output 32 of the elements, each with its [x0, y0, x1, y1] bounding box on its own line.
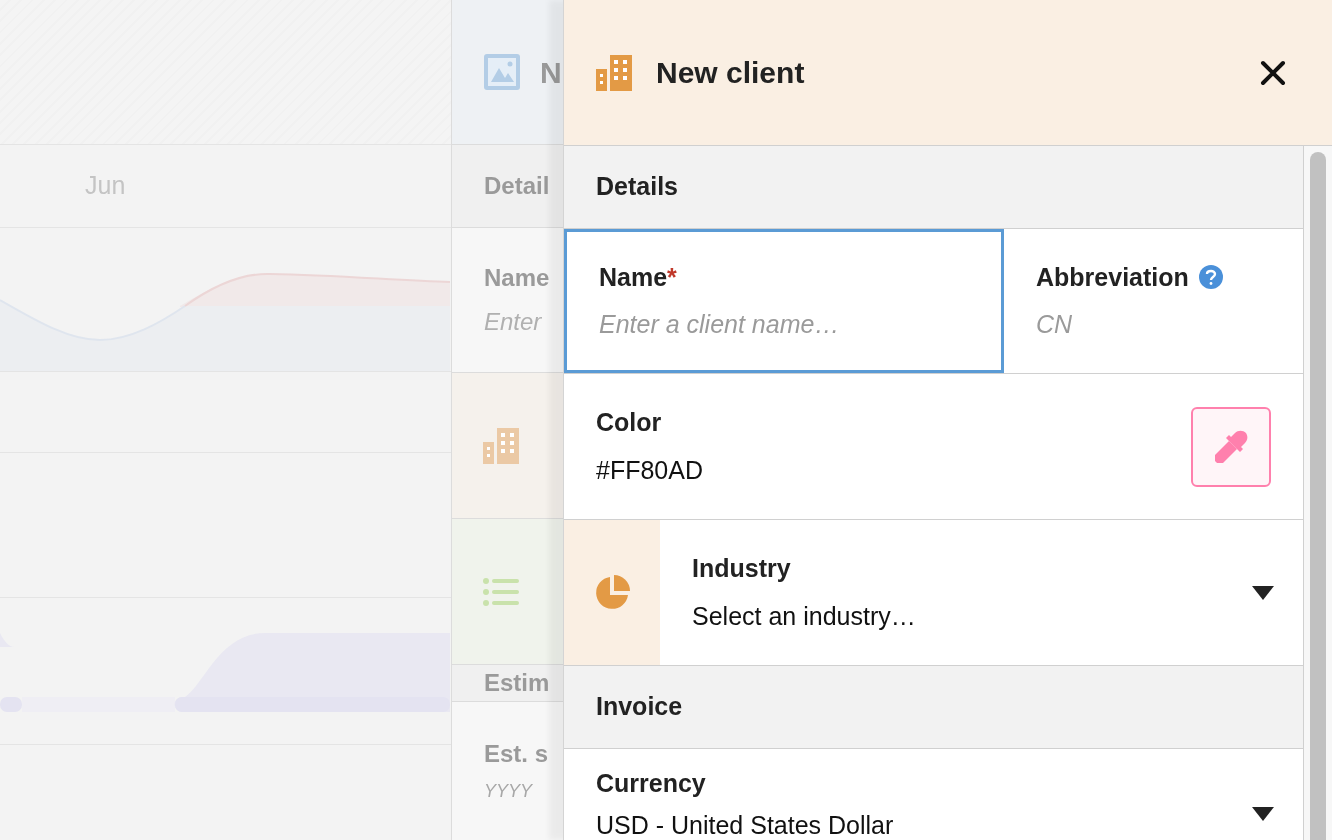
- field-label: Color: [596, 407, 663, 438]
- color-value: #FF80AD: [596, 454, 704, 486]
- field-label: Abbreviation: [1036, 261, 1189, 293]
- list-icon: [483, 577, 519, 606]
- image-icon: [484, 54, 520, 90]
- field-label: Currency: [596, 768, 707, 799]
- scrollbar-thumb[interactable]: [1310, 152, 1326, 840]
- section-heading: Invoice: [596, 691, 683, 723]
- text-input[interactable]: CN: [1036, 306, 1303, 344]
- select-field[interactable]: Currency USD - United States Dollar: [564, 749, 1303, 840]
- text-input[interactable]: Enter a client name…: [599, 306, 1001, 344]
- section-heading: Detail: [484, 171, 550, 201]
- field-label: Name: [484, 263, 551, 293]
- caret-icon: [1252, 585, 1274, 600]
- building-icon: [483, 427, 519, 464]
- select-value: Select an industry…: [692, 600, 917, 632]
- drawer-title: New client: [656, 55, 806, 91]
- caret-icon: [1252, 807, 1274, 821]
- building-icon: [596, 54, 632, 91]
- select-field[interactable]: Industry Select an industry…: [564, 520, 1303, 666]
- field-label: Industry: [692, 553, 792, 584]
- panel-title: N: [540, 54, 562, 91]
- help-icon[interactable]: [1198, 265, 1223, 290]
- pie-chart-icon: [594, 574, 630, 611]
- color-picker-button[interactable]: [1191, 406, 1271, 487]
- section-heading: Estim: [484, 668, 550, 698]
- close-icon: [1260, 59, 1286, 86]
- eyedropper-icon: [1213, 428, 1249, 465]
- field-label: Name*: [599, 261, 677, 293]
- select-value: USD - United States Dollar: [596, 809, 895, 840]
- section-heading: Details: [596, 171, 678, 203]
- field-label: Est. s: [484, 739, 549, 769]
